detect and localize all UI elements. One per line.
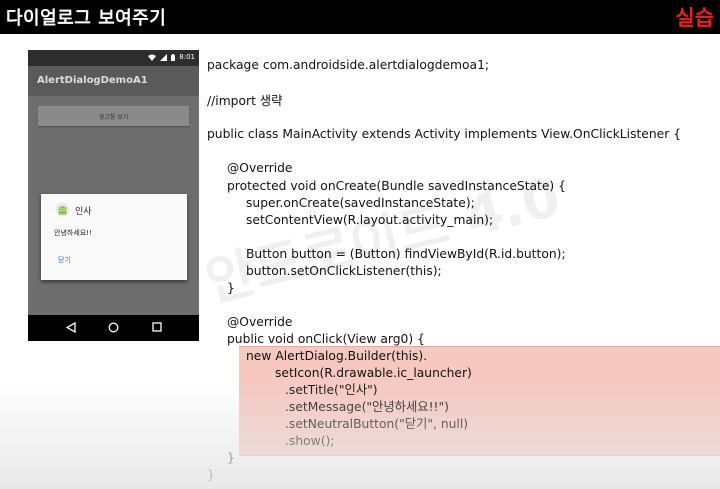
code-line: }	[207, 468, 215, 482]
dialog-close-button[interactable]: 닫기	[58, 255, 71, 265]
phone-screenshot: 8:01 AlertDialogDemoA1 경고창 보기 인사 안녕하세요!!…	[28, 50, 199, 341]
code-line: //import 생략	[207, 94, 283, 108]
code-line: .show();	[285, 434, 335, 448]
navigation-bar	[28, 315, 199, 341]
code-line: new AlertDialog.Builder(this).	[246, 349, 428, 363]
code-line: }	[227, 451, 235, 465]
practice-badge: 실습	[675, 6, 714, 30]
code-line: .setTitle("인사")	[285, 383, 378, 397]
app-content: 경고창 보기 인사 안녕하세요!! 닫기	[28, 96, 199, 315]
code-line: button.setOnClickListener(this);	[246, 264, 442, 278]
recents-icon[interactable]	[152, 322, 162, 332]
code-line: public class MainActivity extends Activi…	[207, 127, 682, 141]
back-icon[interactable]	[66, 322, 76, 333]
app-title: AlertDialogDemoA1	[37, 75, 148, 86]
status-time: 8:01	[179, 53, 195, 61]
status-bar: 8:01	[28, 50, 199, 66]
code-line: Button button = (Button) findViewById(R.…	[246, 247, 566, 261]
signal-icon	[160, 53, 168, 61]
dialog-message: 안녕하세요!!	[54, 229, 92, 237]
code-line: .setNeutralButton("닫기", null)	[285, 417, 469, 431]
show-alert-button[interactable]: 경고창 보기	[38, 106, 189, 126]
code-line: super.onCreate(savedInstanceState);	[246, 196, 475, 210]
code-line: @Override	[227, 161, 293, 175]
code-line: @Override	[227, 315, 293, 329]
code-line: setIcon(R.drawable.ic_launcher)	[275, 366, 472, 380]
android-launcher-icon	[55, 202, 70, 217]
code-line: }	[227, 281, 235, 295]
slide-header: 다이얼로그 보여주기 실습	[0, 0, 720, 34]
battery-icon	[171, 53, 176, 61]
wifi-icon	[148, 54, 157, 61]
dialog-title: 인사	[75, 207, 92, 217]
slide-title: 다이얼로그 보여주기	[6, 8, 167, 29]
code-line: public void onClick(View arg0) {	[227, 332, 425, 346]
action-bar: AlertDialogDemoA1	[28, 66, 199, 96]
alert-dialog: 인사 안녕하세요!! 닫기	[41, 194, 187, 280]
code-line: .setMessage("안녕하세요!!")	[285, 400, 449, 414]
watermark: 안드로이드 4.0	[198, 164, 567, 314]
code-line: package com.androidside.alertdialogdemoa…	[207, 58, 490, 72]
code-line: setContentView(R.layout.activity_main);	[246, 213, 494, 227]
home-icon[interactable]	[108, 322, 119, 333]
code-line: protected void onCreate(Bundle savedInst…	[227, 179, 566, 193]
